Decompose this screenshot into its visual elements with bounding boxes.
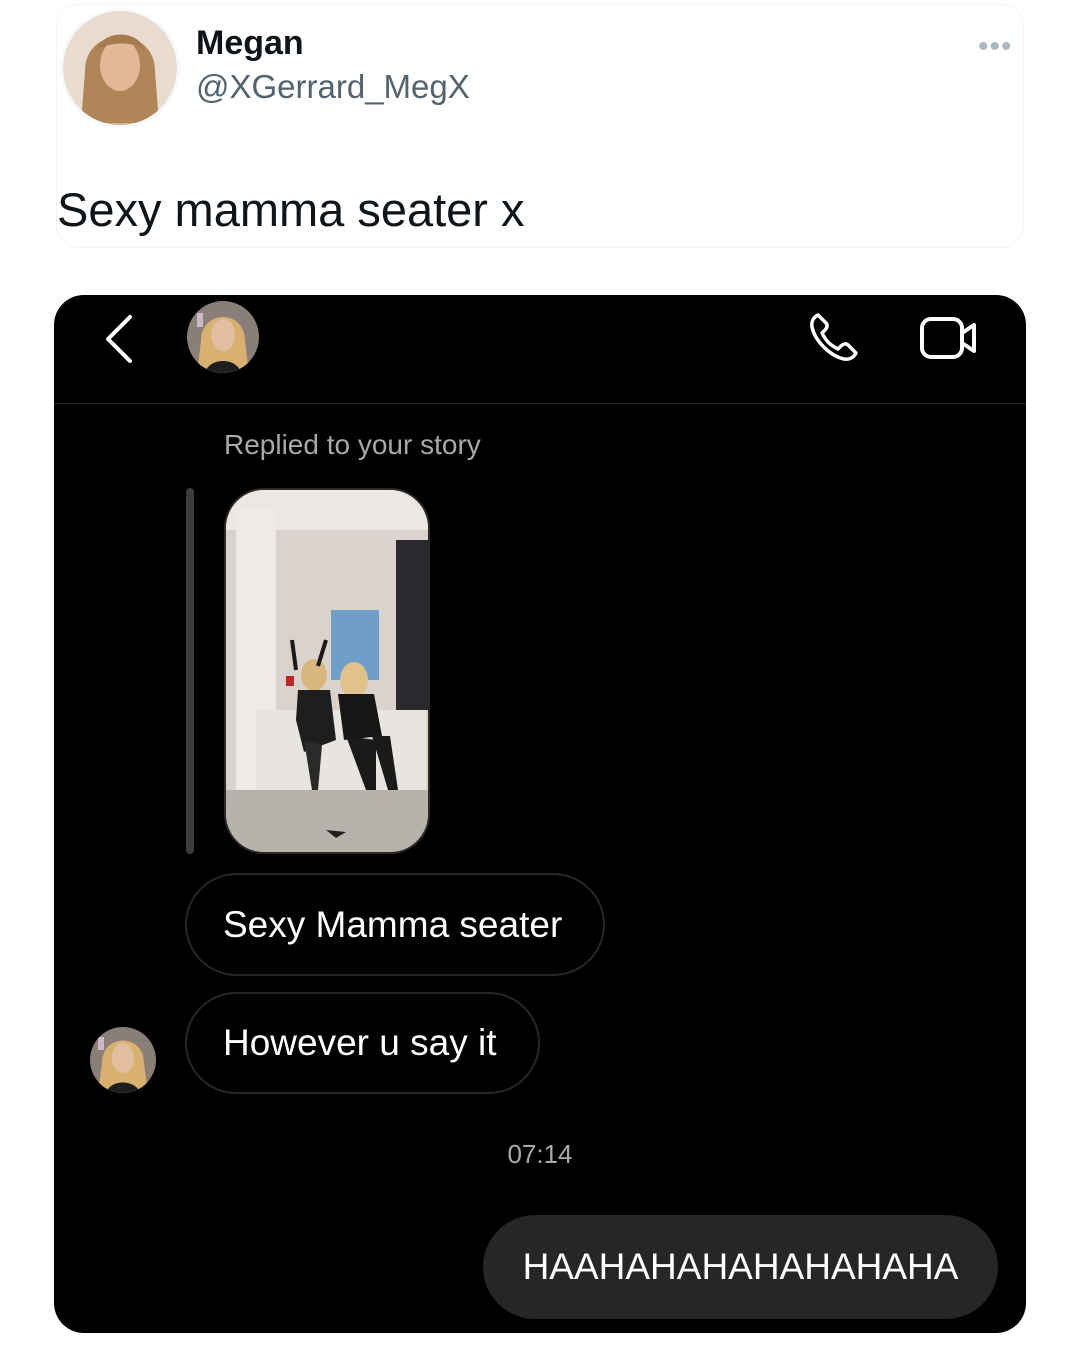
profile-avatar[interactable] (60, 8, 180, 128)
message-text: However u say it (223, 1022, 497, 1063)
story-reply-label: Replied to your story (224, 429, 481, 460)
message-text: HAAHAHAHAHAHAHAHA (522, 1246, 959, 1287)
sender-avatar[interactable] (90, 1027, 156, 1093)
reply-indicator-bar (186, 488, 194, 854)
phone-icon[interactable] (806, 309, 862, 365)
tweet-text: Sexy mamma seater x (57, 183, 525, 236)
received-message-bubble[interactable]: Sexy Mamma seater (185, 873, 605, 976)
sent-message-bubble[interactable]: HAAHAHAHAHAHAHAHA (483, 1215, 998, 1319)
message-timestamp: 07:14 (507, 1139, 573, 1169)
dm-screenshot: Replied to your story Sexy Mamma seater (54, 295, 1026, 1333)
more-horizontal-icon[interactable]: ••• (978, 30, 1013, 64)
contact-avatar[interactable] (187, 301, 259, 373)
display-name[interactable]: Megan (196, 24, 304, 63)
user-handle[interactable]: @XGerrard_MegX (196, 68, 470, 106)
dm-header (54, 295, 1026, 404)
video-camera-icon[interactable] (918, 311, 980, 363)
story-thumbnail[interactable] (224, 488, 430, 854)
chevron-left-icon[interactable] (100, 311, 140, 367)
received-message-bubble[interactable]: However u say it (185, 992, 540, 1094)
message-text: Sexy Mamma seater (223, 903, 563, 945)
